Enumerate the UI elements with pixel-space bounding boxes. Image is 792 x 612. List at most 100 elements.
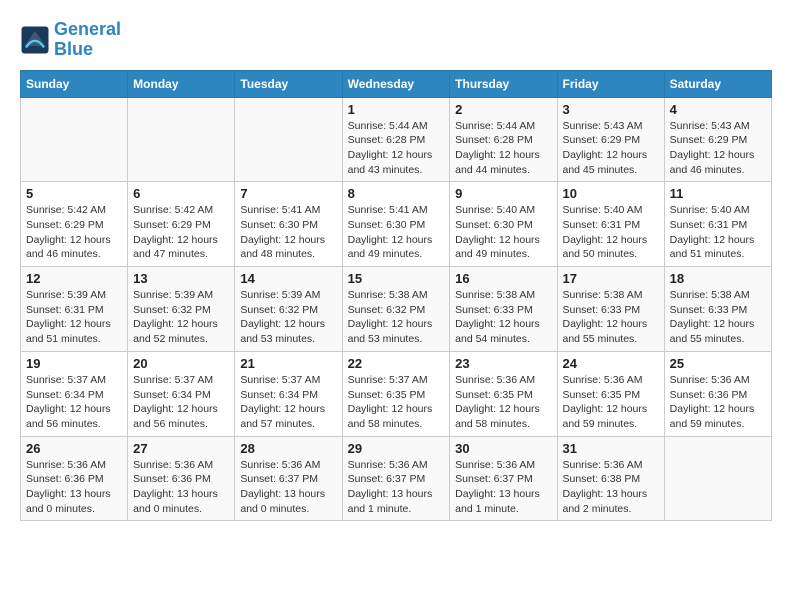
day-info: Sunrise: 5:41 AM Sunset: 6:30 PM Dayligh… (348, 203, 445, 262)
calendar-cell: 1 Sunrise: 5:44 AM Sunset: 6:28 PM Daylig… (342, 97, 450, 182)
day-number: 21 (240, 356, 336, 371)
day-number: 17 (563, 271, 659, 286)
calendar-cell: 15 Sunrise: 5:38 AM Sunset: 6:32 PM Dayli… (342, 267, 450, 352)
day-info: Sunrise: 5:36 AM Sunset: 6:35 PM Dayligh… (455, 373, 551, 432)
day-number: 9 (455, 186, 551, 201)
weekday-header-cell: Thursday (450, 70, 557, 97)
calendar-cell: 21 Sunrise: 5:37 AM Sunset: 6:34 PM Dayli… (235, 351, 342, 436)
day-number: 3 (563, 102, 659, 117)
day-info: Sunrise: 5:42 AM Sunset: 6:29 PM Dayligh… (26, 203, 122, 262)
calendar-cell (128, 97, 235, 182)
day-info: Sunrise: 5:36 AM Sunset: 6:35 PM Dayligh… (563, 373, 659, 432)
day-number: 7 (240, 186, 336, 201)
calendar-week-row: 5 Sunrise: 5:42 AM Sunset: 6:29 PM Daylig… (21, 182, 772, 267)
day-info: Sunrise: 5:39 AM Sunset: 6:31 PM Dayligh… (26, 288, 122, 347)
day-info: Sunrise: 5:44 AM Sunset: 6:28 PM Dayligh… (455, 119, 551, 178)
day-info: Sunrise: 5:36 AM Sunset: 6:37 PM Dayligh… (240, 458, 336, 517)
calendar-cell: 4 Sunrise: 5:43 AM Sunset: 6:29 PM Daylig… (664, 97, 771, 182)
calendar-cell (21, 97, 128, 182)
calendar-cell: 30 Sunrise: 5:36 AM Sunset: 6:37 PM Dayli… (450, 436, 557, 521)
calendar-cell: 28 Sunrise: 5:36 AM Sunset: 6:37 PM Dayli… (235, 436, 342, 521)
day-number: 26 (26, 441, 122, 456)
weekday-header-cell: Monday (128, 70, 235, 97)
day-number: 24 (563, 356, 659, 371)
day-info: Sunrise: 5:38 AM Sunset: 6:33 PM Dayligh… (455, 288, 551, 347)
day-number: 13 (133, 271, 229, 286)
calendar-cell: 5 Sunrise: 5:42 AM Sunset: 6:29 PM Daylig… (21, 182, 128, 267)
calendar-cell: 16Sunrise: 5:38 AM Sunset: 6:33 PM Dayli… (450, 267, 557, 352)
calendar-week-row: 1 Sunrise: 5:44 AM Sunset: 6:28 PM Daylig… (21, 97, 772, 182)
day-number: 8 (348, 186, 445, 201)
day-info: Sunrise: 5:37 AM Sunset: 6:34 PM Dayligh… (240, 373, 336, 432)
calendar-cell: 17 Sunrise: 5:38 AM Sunset: 6:33 PM Dayli… (557, 267, 664, 352)
day-info: Sunrise: 5:40 AM Sunset: 6:31 PM Dayligh… (670, 203, 766, 262)
day-number: 19 (26, 356, 122, 371)
calendar-cell (664, 436, 771, 521)
day-info: Sunrise: 5:36 AM Sunset: 6:36 PM Dayligh… (133, 458, 229, 517)
calendar-cell: 24 Sunrise: 5:36 AM Sunset: 6:35 PM Dayli… (557, 351, 664, 436)
calendar-cell: 2 Sunrise: 5:44 AM Sunset: 6:28 PM Daylig… (450, 97, 557, 182)
calendar-cell: 14Sunrise: 5:39 AM Sunset: 6:32 PM Dayli… (235, 267, 342, 352)
day-number: 22 (348, 356, 445, 371)
calendar-cell: 6 Sunrise: 5:42 AM Sunset: 6:29 PM Daylig… (128, 182, 235, 267)
calendar-cell: 9 Sunrise: 5:40 AM Sunset: 6:30 PM Daylig… (450, 182, 557, 267)
calendar-cell: 8 Sunrise: 5:41 AM Sunset: 6:30 PM Daylig… (342, 182, 450, 267)
day-number: 28 (240, 441, 336, 456)
day-number: 4 (670, 102, 766, 117)
calendar-week-row: 19 Sunrise: 5:37 AM Sunset: 6:34 PM Dayli… (21, 351, 772, 436)
calendar-cell: 11Sunrise: 5:40 AM Sunset: 6:31 PM Dayli… (664, 182, 771, 267)
day-info: Sunrise: 5:38 AM Sunset: 6:33 PM Dayligh… (563, 288, 659, 347)
day-info: Sunrise: 5:39 AM Sunset: 6:32 PM Dayligh… (240, 288, 336, 347)
day-info: Sunrise: 5:43 AM Sunset: 6:29 PM Dayligh… (563, 119, 659, 178)
calendar-cell: 31 Sunrise: 5:36 AM Sunset: 6:38 PM Dayli… (557, 436, 664, 521)
day-info: Sunrise: 5:43 AM Sunset: 6:29 PM Dayligh… (670, 119, 766, 178)
day-number: 30 (455, 441, 551, 456)
calendar-cell: 3 Sunrise: 5:43 AM Sunset: 6:29 PM Daylig… (557, 97, 664, 182)
day-info: Sunrise: 5:36 AM Sunset: 6:36 PM Dayligh… (26, 458, 122, 517)
calendar-cell: 27Sunrise: 5:36 AM Sunset: 6:36 PM Dayli… (128, 436, 235, 521)
day-info: Sunrise: 5:41 AM Sunset: 6:30 PM Dayligh… (240, 203, 336, 262)
day-info: Sunrise: 5:37 AM Sunset: 6:34 PM Dayligh… (133, 373, 229, 432)
calendar-week-row: 26 Sunrise: 5:36 AM Sunset: 6:36 PM Dayli… (21, 436, 772, 521)
calendar-cell: 22 Sunrise: 5:37 AM Sunset: 6:35 PM Dayli… (342, 351, 450, 436)
day-number: 15 (348, 271, 445, 286)
day-number: 6 (133, 186, 229, 201)
page-header: General Blue (20, 20, 772, 60)
day-number: 29 (348, 441, 445, 456)
day-number: 2 (455, 102, 551, 117)
calendar-table: SundayMondayTuesdayWednesdayThursdayFrid… (20, 70, 772, 522)
calendar-cell: 26 Sunrise: 5:36 AM Sunset: 6:36 PM Dayli… (21, 436, 128, 521)
day-info: Sunrise: 5:36 AM Sunset: 6:36 PM Dayligh… (670, 373, 766, 432)
logo: General Blue (20, 20, 121, 60)
day-info: Sunrise: 5:37 AM Sunset: 6:35 PM Dayligh… (348, 373, 445, 432)
day-info: Sunrise: 5:40 AM Sunset: 6:30 PM Dayligh… (455, 203, 551, 262)
calendar-cell: 13Sunrise: 5:39 AM Sunset: 6:32 PM Dayli… (128, 267, 235, 352)
day-info: Sunrise: 5:36 AM Sunset: 6:37 PM Dayligh… (455, 458, 551, 517)
day-number: 1 (348, 102, 445, 117)
calendar-cell: 19 Sunrise: 5:37 AM Sunset: 6:34 PM Dayli… (21, 351, 128, 436)
day-info: Sunrise: 5:38 AM Sunset: 6:32 PM Dayligh… (348, 288, 445, 347)
day-info: Sunrise: 5:38 AM Sunset: 6:33 PM Dayligh… (670, 288, 766, 347)
day-number: 31 (563, 441, 659, 456)
day-number: 12 (26, 271, 122, 286)
calendar-week-row: 12 Sunrise: 5:39 AM Sunset: 6:31 PM Dayli… (21, 267, 772, 352)
day-info: Sunrise: 5:36 AM Sunset: 6:38 PM Dayligh… (563, 458, 659, 517)
calendar-body: 1 Sunrise: 5:44 AM Sunset: 6:28 PM Daylig… (21, 97, 772, 521)
calendar-cell (235, 97, 342, 182)
calendar-cell: 23Sunrise: 5:36 AM Sunset: 6:35 PM Dayli… (450, 351, 557, 436)
weekday-header-row: SundayMondayTuesdayWednesdayThursdayFrid… (21, 70, 772, 97)
day-info: Sunrise: 5:44 AM Sunset: 6:28 PM Dayligh… (348, 119, 445, 178)
calendar-cell: 25Sunrise: 5:36 AM Sunset: 6:36 PM Dayli… (664, 351, 771, 436)
day-info: Sunrise: 5:37 AM Sunset: 6:34 PM Dayligh… (26, 373, 122, 432)
calendar-cell: 20 Sunrise: 5:37 AM Sunset: 6:34 PM Dayli… (128, 351, 235, 436)
day-number: 18 (670, 271, 766, 286)
day-number: 10 (563, 186, 659, 201)
day-number: 5 (26, 186, 122, 201)
day-number: 20 (133, 356, 229, 371)
weekday-header-cell: Tuesday (235, 70, 342, 97)
weekday-header-cell: Sunday (21, 70, 128, 97)
weekday-header-cell: Friday (557, 70, 664, 97)
logo-icon (20, 25, 50, 55)
day-info: Sunrise: 5:42 AM Sunset: 6:29 PM Dayligh… (133, 203, 229, 262)
calendar-cell: 18 Sunrise: 5:38 AM Sunset: 6:33 PM Dayli… (664, 267, 771, 352)
